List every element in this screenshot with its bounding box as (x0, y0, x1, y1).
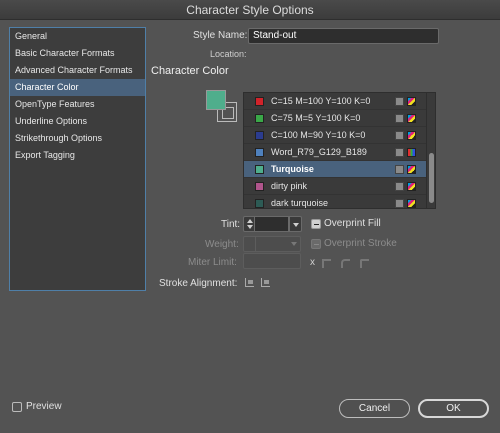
cmyk-mode-icon (407, 182, 416, 191)
swatch-row[interactable]: C=100 M=90 Y=10 K=0 (244, 127, 435, 144)
weight-stepper (244, 237, 256, 251)
sidebar-item-opentype-features[interactable]: OpenType Features (10, 96, 145, 113)
swatch-tint-icon (395, 165, 404, 174)
cmyk-mode-icon (407, 97, 416, 106)
cmyk-mode-icon (407, 199, 416, 208)
cmyk-mode-icon (407, 165, 416, 174)
swatch-tint-icon (395, 131, 404, 140)
swatch-name: Turquoise (271, 164, 314, 174)
ok-button[interactable]: OK (418, 399, 489, 418)
overprint-stroke-checkbox (311, 239, 321, 249)
swatch-name: dirty pink (271, 181, 308, 191)
cmyk-mode-icon (407, 114, 416, 123)
swatch-tint-icon (395, 148, 404, 157)
overprint-fill-label: Overprint Fill (324, 218, 381, 229)
fill-swatch-icon[interactable] (206, 90, 226, 110)
sidebar-panel-list: General Basic Character Formats Advanced… (9, 27, 146, 291)
swatch-color-chip (255, 97, 264, 106)
preview-checkbox[interactable] (12, 402, 22, 412)
section-title: Character Color (151, 65, 229, 77)
sidebar-item-basic-character-formats[interactable]: Basic Character Formats (10, 45, 145, 62)
style-name-input[interactable]: Stand-out (248, 28, 439, 44)
sidebar-item-underline-options[interactable]: Underline Options (10, 113, 145, 130)
swatch-tint-icon (395, 182, 404, 191)
sidebar-item-general[interactable]: General (10, 28, 145, 45)
swatch-tint-icon (395, 97, 404, 106)
weight-field (243, 236, 301, 252)
tint-input[interactable] (255, 216, 289, 232)
swatch-row-selected[interactable]: Turquoise (244, 161, 435, 178)
swatch-list[interactable]: C=15 M=100 Y=100 K=0 C=75 M=5 Y=100 K=0 … (243, 92, 436, 209)
swatch-name: dark turquoise (271, 198, 329, 208)
swatch-color-chip (255, 114, 264, 123)
swatch-row[interactable]: C=75 M=5 Y=100 K=0 (244, 110, 435, 127)
swatch-name: Word_R79_G129_B189 (271, 147, 367, 157)
miter-join-icon (322, 259, 331, 268)
weight-label: Weight: (205, 239, 239, 250)
swatch-color-chip (255, 165, 264, 174)
swatch-name: C=15 M=100 Y=100 K=0 (271, 96, 371, 106)
miter-suffix: x (310, 257, 315, 268)
style-name-label: Style Name: (193, 30, 248, 41)
rgb-mode-icon (407, 148, 416, 157)
tint-stepper[interactable] (243, 216, 255, 232)
miter-limit-field (243, 253, 301, 269)
swatch-name: C=100 M=90 Y=10 K=0 (271, 130, 366, 140)
tint-dropdown[interactable] (289, 216, 302, 232)
swatch-row[interactable]: dirty pink (244, 178, 435, 195)
sidebar-item-export-tagging[interactable]: Export Tagging (10, 147, 145, 164)
cmyk-mode-icon (407, 131, 416, 140)
align-stroke-outside-icon[interactable] (261, 278, 270, 287)
swatch-row[interactable]: Word_R79_G129_B189 (244, 144, 435, 161)
swatch-color-chip (255, 199, 264, 208)
round-join-icon (341, 259, 350, 268)
swatch-tint-icon (395, 199, 404, 208)
tint-label: Tint: (221, 219, 241, 230)
bevel-join-icon (360, 259, 369, 268)
sidebar-item-strikethrough-options[interactable]: Strikethrough Options (10, 130, 145, 147)
swatch-name: C=75 M=5 Y=100 K=0 (271, 113, 361, 123)
preview-label: Preview (26, 401, 62, 412)
sidebar-item-advanced-character-formats[interactable]: Advanced Character Formats (10, 62, 145, 79)
swatch-color-chip (255, 182, 264, 191)
swatch-color-chip (255, 131, 264, 140)
tint-field[interactable] (243, 216, 302, 232)
scrollbar-thumb[interactable] (429, 153, 434, 203)
weight-dropdown (291, 242, 297, 246)
overprint-fill-checkbox[interactable] (311, 219, 321, 229)
align-stroke-center-icon[interactable] (245, 278, 254, 287)
swatch-color-chip (255, 148, 264, 157)
swatch-list-scrollbar[interactable] (426, 93, 435, 208)
swatch-row[interactable]: dark turquoise (244, 195, 435, 208)
cancel-button[interactable]: Cancel (339, 399, 410, 418)
window-title: Character Style Options (0, 0, 500, 20)
swatch-tint-icon (395, 114, 404, 123)
miter-limit-label: Miter Limit: (188, 257, 237, 268)
stroke-alignment-label: Stroke Alignment: (159, 278, 238, 289)
sidebar-item-character-color[interactable]: Character Color (10, 79, 145, 96)
overprint-stroke-label: Overprint Stroke (324, 238, 397, 249)
swatch-row[interactable]: C=15 M=100 Y=100 K=0 (244, 93, 435, 110)
location-label: Location: (210, 49, 247, 59)
fill-stroke-swatch-icon[interactable] (206, 90, 237, 122)
